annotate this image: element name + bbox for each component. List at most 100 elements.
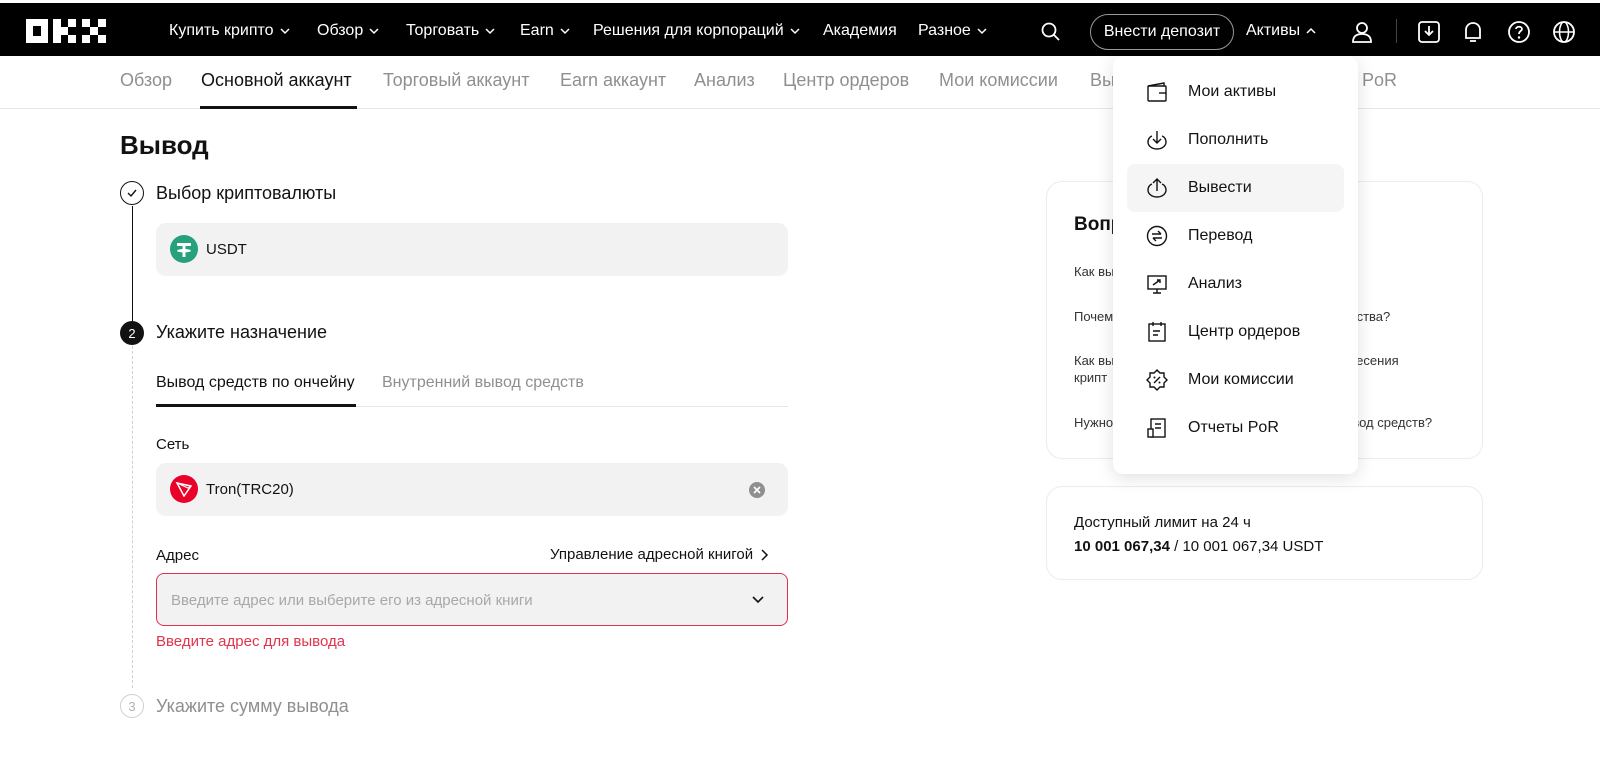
deposit-icon	[1147, 131, 1167, 150]
menu-item-deposit[interactable]: Пополнить	[1127, 116, 1344, 164]
menu-item-label: Отчеты PoR	[1188, 419, 1279, 436]
limit-used: 10 001 067,34	[1074, 538, 1170, 555]
step-1-connector	[132, 206, 133, 324]
active-tab-indicator	[156, 404, 356, 407]
menu-item-label: Мои активы	[1188, 83, 1277, 100]
nav-academy-label: Академия	[823, 22, 897, 39]
nav-trade-label: Торговать	[406, 22, 480, 39]
faq-item-4[interactable]: Нужно	[1074, 415, 1113, 430]
clear-icon[interactable]	[748, 481, 766, 499]
faq-item-3-line-2[interactable]: крипт	[1074, 370, 1107, 385]
chevron-down-icon	[977, 28, 987, 35]
menu-item-label: Вывести	[1188, 179, 1252, 196]
subtab-partial-hidden[interactable]: Вы	[1090, 70, 1115, 91]
chevron-down-icon	[560, 28, 570, 35]
menu-item-label: Пополнить	[1188, 131, 1269, 148]
order-center-icon	[1148, 322, 1166, 342]
menu-item-order-center[interactable]: Центр ордеров	[1127, 308, 1344, 356]
tab-internal-withdrawal[interactable]: Внутренний вывод средств	[382, 374, 584, 392]
menu-item-withdraw[interactable]: Вывести	[1127, 164, 1344, 212]
step-2-title: Укажите назначение	[156, 322, 328, 342]
subtab-trading-account[interactable]: Торговый аккаунт	[383, 70, 530, 91]
por-report-icon	[1147, 418, 1166, 438]
wallet-icon	[1147, 82, 1167, 102]
account-sub-navigation: Обзор Основной аккаунт Торговый аккаунт …	[0, 56, 1600, 109]
search-icon[interactable]	[1040, 21, 1062, 43]
subtab-analysis[interactable]: Анализ	[694, 70, 755, 91]
nav-buy-crypto[interactable]: Купить крипто	[169, 19, 290, 43]
subtab-order-center[interactable]: Центр ордеров	[783, 70, 909, 91]
transfer-icon	[1146, 225, 1168, 247]
subtab-earn-account[interactable]: Earn аккаунт	[560, 70, 666, 91]
coin-select[interactable]: USDT	[156, 223, 788, 276]
okx-logo[interactable]	[26, 17, 118, 45]
assets-dropdown-menu: Мои активы Пополнить Вывести Перевод Ана…	[1113, 56, 1358, 474]
download-app-icon[interactable]	[1416, 19, 1442, 45]
faq-item-1[interactable]: Как вы	[1074, 264, 1114, 279]
subtab-por[interactable]: PoR	[1362, 70, 1397, 91]
tether-usdt-icon	[170, 235, 198, 263]
nav-corporate-solutions[interactable]: Решения для корпораций	[593, 19, 800, 43]
chevron-right-icon	[761, 548, 769, 561]
user-profile-icon[interactable]	[1349, 19, 1375, 45]
menu-item-label: Центр ордеров	[1188, 323, 1301, 340]
menu-item-analysis[interactable]: Анализ	[1127, 260, 1344, 308]
network-value: Tron(TRC20)	[206, 481, 294, 498]
step-1-done-marker	[120, 181, 144, 205]
nav-more-label: Разное	[918, 22, 971, 39]
nav-assets-label: Активы	[1246, 22, 1301, 39]
tab-onchain-withdrawal[interactable]: Вывод средств по ончейну	[156, 374, 355, 392]
nav-earn-label: Earn	[520, 22, 554, 39]
chevron-down-icon[interactable]	[751, 594, 765, 606]
tron-trx-icon	[170, 475, 198, 503]
network-label: Сеть	[156, 436, 190, 453]
address-label: Адрес	[156, 547, 199, 564]
globe-language-icon[interactable]	[1551, 19, 1577, 45]
coin-value: USDT	[206, 241, 247, 258]
checkmark-icon	[127, 189, 137, 198]
chevron-down-icon	[280, 28, 290, 35]
menu-item-por-reports[interactable]: Отчеты PoR	[1127, 404, 1344, 452]
address-book-link-label: Управление адресной книгой	[550, 546, 754, 563]
network-select[interactable]: Tron(TRC20)	[156, 463, 788, 516]
limit-title: Доступный лимит на 24 ч	[1074, 514, 1251, 531]
nav-assets[interactable]: Активы	[1246, 19, 1316, 43]
nav-more[interactable]: Разное	[918, 19, 987, 43]
nav-corporate-solutions-label: Решения для корпораций	[593, 22, 784, 39]
step-2-marker: 2	[120, 321, 144, 345]
menu-item-label: Анализ	[1188, 275, 1243, 292]
notification-bell-icon[interactable]	[1460, 19, 1486, 45]
nav-overview-label: Обзор	[317, 22, 364, 39]
step-3-title: Укажите сумму вывода	[156, 696, 349, 716]
address-input[interactable]: Введите адрес или выберите его из адресн…	[156, 573, 788, 626]
menu-item-label: Мои комиссии	[1188, 371, 1294, 388]
menu-item-transfer[interactable]: Перевод	[1127, 212, 1344, 260]
limit-separator: /	[1169, 538, 1183, 555]
limit-total: 10 001 067,34 USDT	[1182, 538, 1324, 555]
withdraw-icon	[1147, 178, 1167, 198]
subtab-my-fees[interactable]: Мои комиссии	[939, 70, 1058, 91]
address-book-link[interactable]: Управление адресной книгой	[550, 546, 769, 563]
faq-item-2[interactable]: Почем	[1074, 309, 1113, 324]
chevron-down-icon	[485, 28, 495, 35]
nav-overview[interactable]: Обзор	[317, 19, 379, 43]
faq-item-3[interactable]: Как вы	[1074, 353, 1114, 368]
nav-divider	[1396, 19, 1397, 43]
address-error-message: Введите адрес для вывода	[156, 633, 346, 650]
nav-trade[interactable]: Торговать	[406, 19, 495, 43]
nav-earn[interactable]: Earn	[520, 19, 570, 43]
step-3-marker: 3	[120, 694, 144, 718]
analysis-icon	[1147, 275, 1167, 294]
menu-item-my-assets[interactable]: Мои активы	[1127, 68, 1344, 116]
withdrawal-limit-card: Доступный лимит на 24 ч 10 001 067,34 / …	[1046, 486, 1483, 580]
step-2-connector	[132, 346, 133, 688]
subtab-main-account[interactable]: Основной аккаунт	[201, 70, 352, 91]
chevron-down-icon	[369, 28, 379, 35]
deposit-button[interactable]: Внести депозит	[1090, 14, 1234, 50]
menu-item-my-fees[interactable]: Мои комиссии	[1127, 356, 1344, 404]
help-icon[interactable]	[1506, 19, 1532, 45]
subtab-overview[interactable]: Обзор	[120, 70, 172, 91]
active-tab-indicator	[200, 106, 357, 109]
limit-values: 10 001 067,34 / 10 001 067,34 USDT	[1074, 538, 1323, 555]
nav-academy[interactable]: Академия	[823, 19, 897, 43]
